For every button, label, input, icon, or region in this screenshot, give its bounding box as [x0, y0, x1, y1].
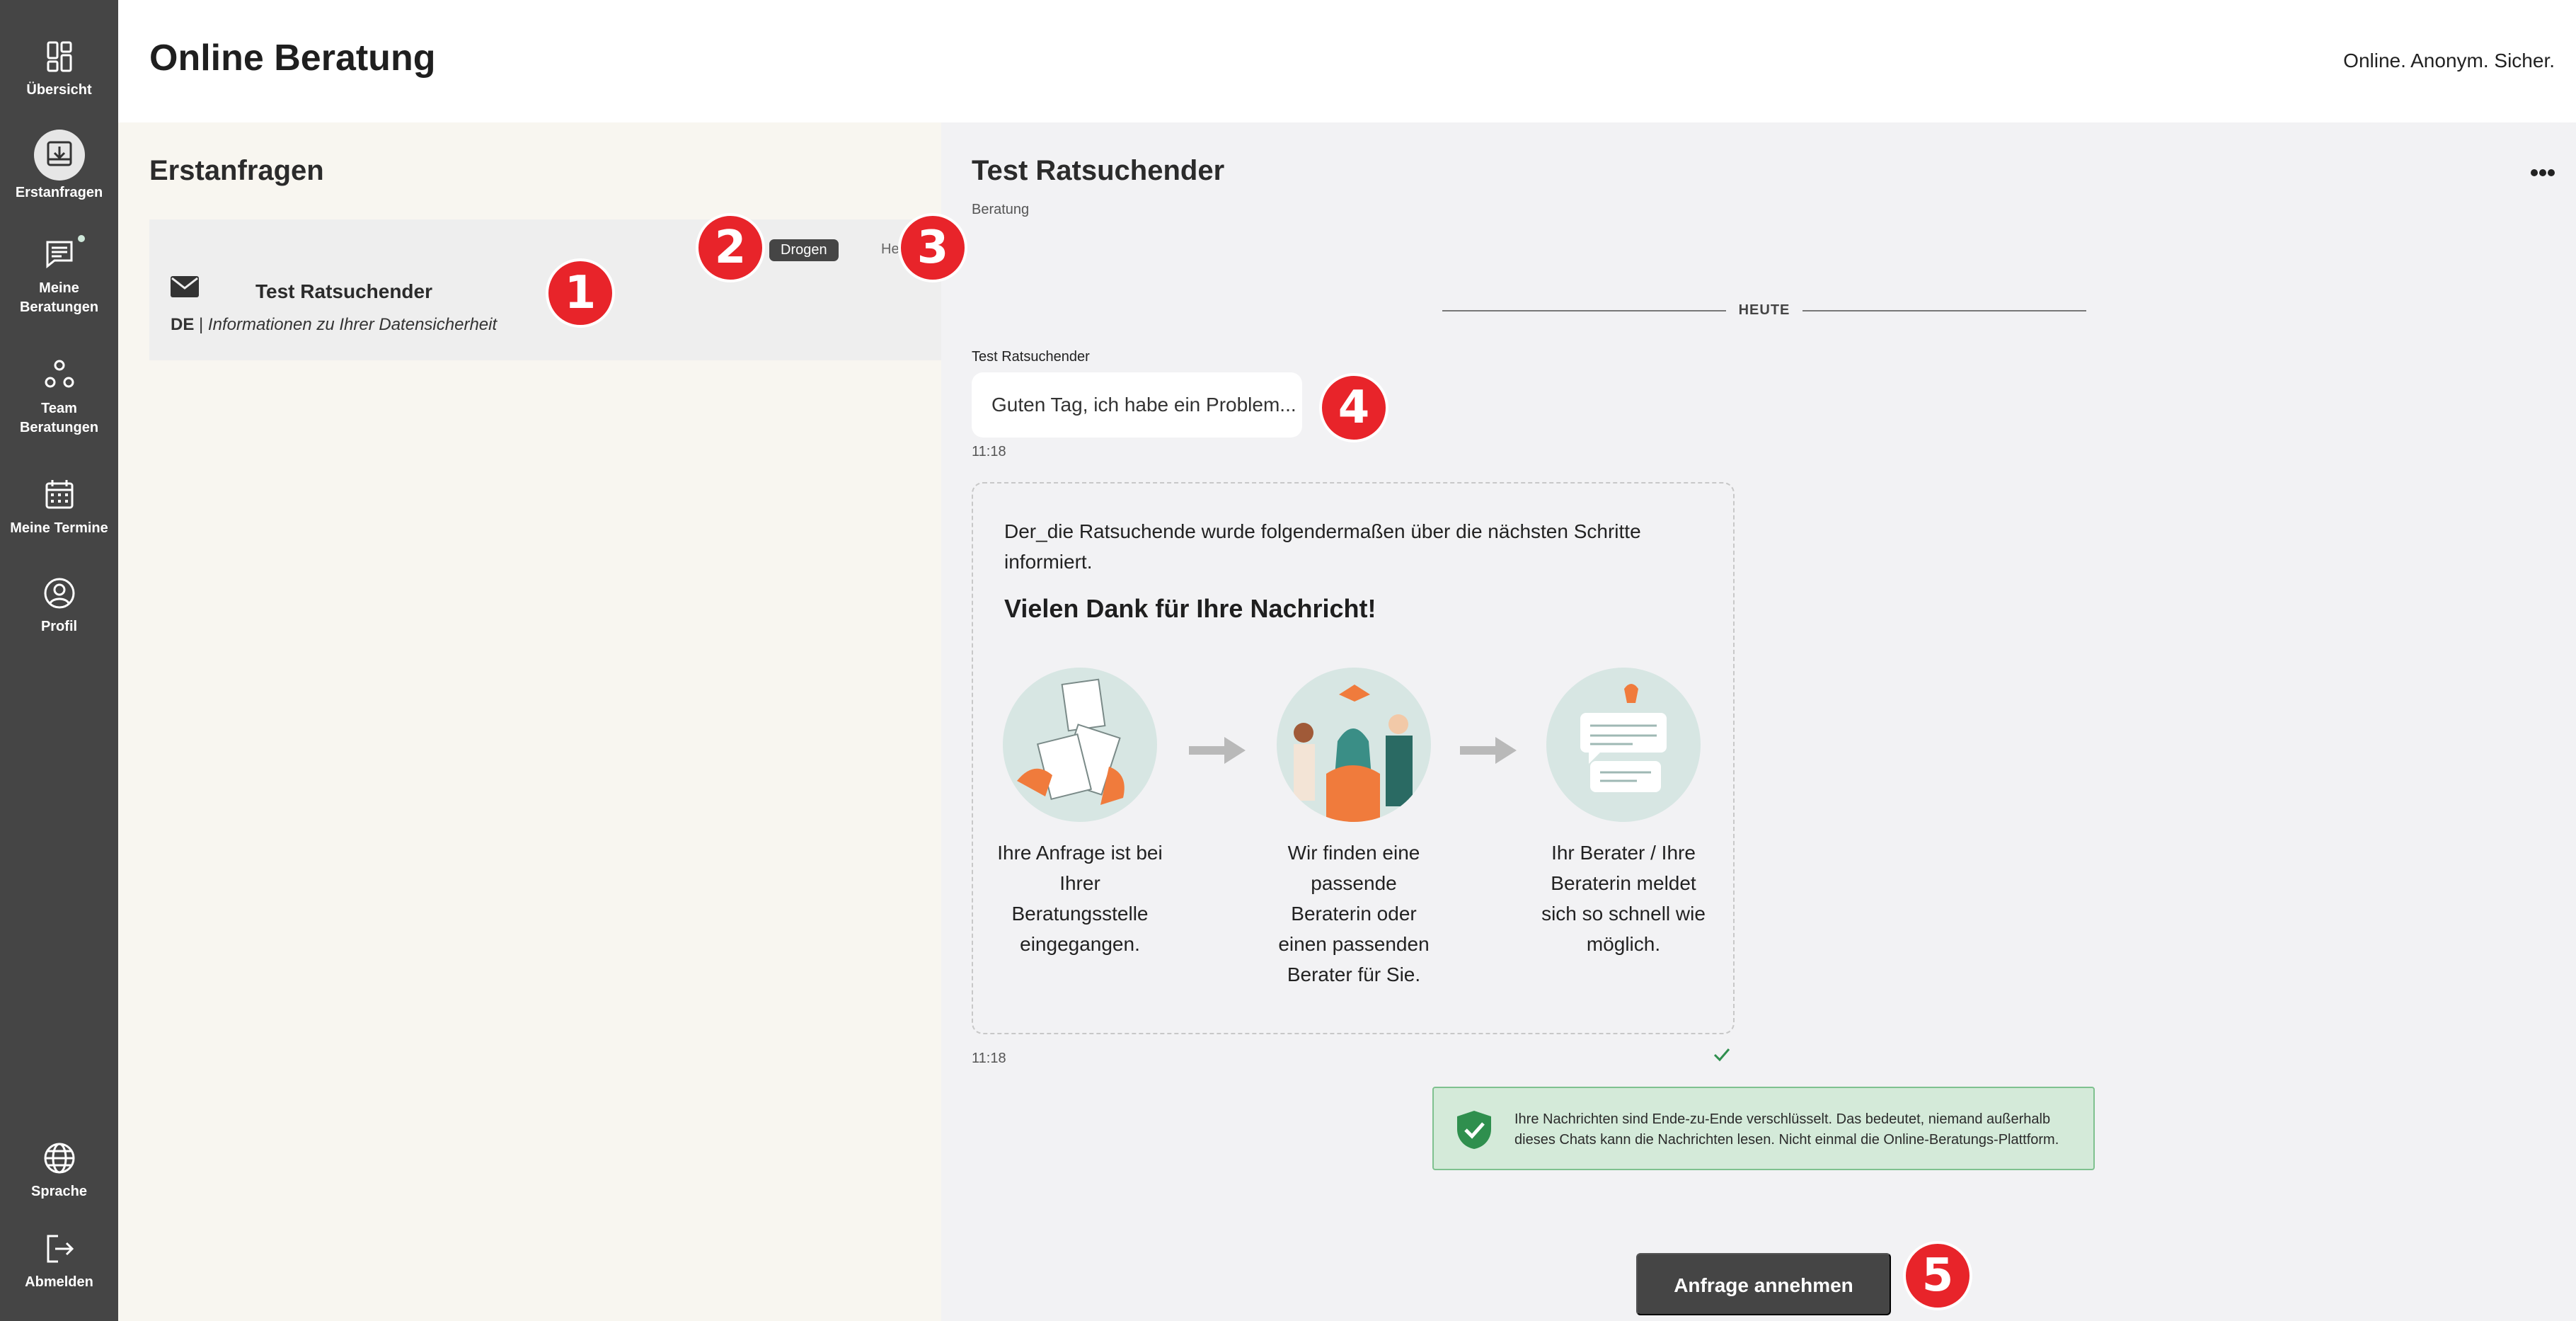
dashboard-icon [38, 35, 81, 78]
app-header: Online Beratung Online. Anonym. Sicher. [118, 0, 2576, 122]
nav-item-erstanfragen[interactable]: Erstanfragen [0, 130, 118, 202]
next-steps-card: Der_die Ratsuchende wurde folgendermaßen… [972, 482, 1735, 1034]
marker-1: 1 [546, 258, 615, 328]
nav-label: Profil [40, 619, 78, 634]
nav-label: Meine Termine [10, 520, 108, 536]
step-text: Ihre Anfrage ist bei Ihrer Beratungsstel… [997, 842, 1163, 955]
step-3: Ihr Berater / Ihre Beraterin meldet sich… [1539, 668, 1708, 959]
encryption-notice-text: Ihre Nachrichten sind Ende-zu-Ende versc… [1514, 1111, 2059, 1148]
date-divider-label: HEUTE [1725, 302, 1803, 318]
more-options-icon[interactable] [2531, 168, 2555, 178]
nav-item-team-beratungen[interactable]: Team Beratungen [0, 354, 118, 438]
chat-lines-icon [38, 234, 81, 276]
next-steps-heading: Vielen Dank für Ihre Nachricht! [1004, 594, 1376, 623]
nav-item-meine-beratungen[interactable]: Meine Beratungen [0, 234, 118, 317]
request-subject-line: DE | Informationen zu Ihrer Datensicherh… [171, 315, 497, 335]
next-steps-intro: Der_die Ratsuchende wurde folgendermaßen… [1004, 520, 1641, 573]
nav-label: Übersicht [26, 82, 92, 98]
marker-4: 4 [1319, 373, 1388, 442]
arrow-right-icon [1460, 737, 1517, 764]
envelope-icon [171, 276, 199, 297]
nav-item-meine-termine[interactable]: Meine Termine [0, 474, 118, 538]
step-text: Wir finden eine passende Beraterin oder … [1278, 842, 1430, 985]
nav-item-uebersicht[interactable]: Übersicht [0, 35, 118, 100]
documents-illustration [1003, 668, 1157, 822]
app-tagline: Online. Anonym. Sicher. [2343, 50, 2555, 72]
accept-request-button[interactable]: Anfrage annehmen [1636, 1253, 1891, 1315]
message-bubble: Guten Tag, ich habe ein Problem... [972, 372, 1302, 438]
requester-name: Test Ratsuchender [255, 280, 432, 302]
team-nodes-icon [38, 354, 81, 396]
inbox-download-icon [33, 130, 85, 181]
counselors-illustration [1277, 668, 1431, 822]
step-2: Wir finden eine passende Beraterin oder … [1269, 668, 1439, 990]
nav-label: Abmelden [25, 1274, 93, 1290]
step-1: Ihre Anfrage ist bei Ihrer Beratungsstel… [995, 668, 1165, 959]
list-title: Erstanfragen [149, 155, 324, 186]
encryption-notice: Ihre Nachrichten sind Ende-zu-Ende versc… [1432, 1087, 2095, 1170]
nav-item-profil[interactable]: Profil [0, 572, 118, 636]
topic-tag: Drogen [769, 239, 839, 261]
message-sender: Test Ratsuchender [972, 349, 1090, 365]
calendar-icon [38, 474, 81, 516]
checkmark-icon [1713, 1047, 1731, 1063]
language-code: DE [171, 315, 195, 334]
nav-item-sprache[interactable]: Sprache [0, 1137, 118, 1201]
nav-label: Sprache [31, 1184, 87, 1199]
arrow-right-icon [1189, 737, 1246, 764]
separator: | [199, 315, 204, 334]
message-time: 11:18 [972, 444, 1006, 459]
main-navigation: Übersicht Erstanfragen Meine Beratungen … [0, 0, 118, 1321]
shield-check-icon [1455, 1109, 1493, 1150]
user-circle-icon [38, 572, 81, 614]
request-subject: Informationen zu Ihrer Datensicherheit [207, 315, 498, 334]
step-text: Ihr Berater / Ihre Beraterin meldet sich… [1541, 842, 1706, 955]
chat-subtitle: Beratung [972, 202, 1030, 217]
message-time: 11:18 [972, 1051, 1006, 1066]
marker-5: 5 [1903, 1241, 1972, 1310]
nav-label: Meine Beratungen [19, 280, 99, 315]
nav-label: Team Beratungen [19, 401, 99, 435]
date-divider: HEUTE [1442, 302, 2086, 319]
nav-item-abmelden[interactable]: Abmelden [0, 1228, 118, 1292]
marker-3: 3 [898, 213, 967, 282]
chat-panel: Test Ratsuchender Beratung HEUTE Test Ra… [941, 122, 2576, 1321]
marker-2: 2 [696, 213, 765, 282]
nav-label: Erstanfragen [15, 185, 103, 200]
logout-icon [38, 1228, 81, 1270]
messages-illustration [1546, 668, 1701, 822]
chat-title: Test Ratsuchender [972, 155, 1225, 186]
unread-badge [76, 234, 86, 244]
app-title: Online Beratung [149, 38, 436, 79]
globe-icon [38, 1137, 81, 1179]
request-list-panel: Erstanfragen Test Ratsuchender DE | Info… [118, 122, 941, 1321]
